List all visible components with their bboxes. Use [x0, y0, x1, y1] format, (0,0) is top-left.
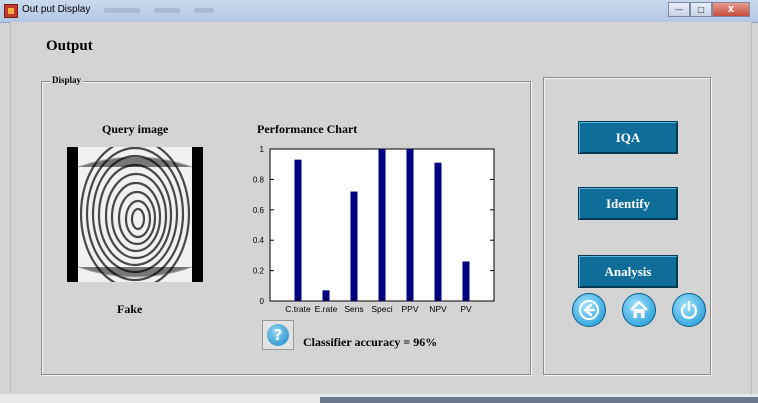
x-tick-label: C.trate — [285, 304, 311, 314]
query-image-label: Query image — [102, 122, 169, 136]
y-tick-label: 1 — [260, 145, 265, 154]
x-tick-label: NPV — [429, 304, 447, 314]
title-bar: Out put Display — □ X — [0, 0, 758, 23]
x-tick-label: E.rate — [315, 304, 338, 314]
title-blur — [154, 8, 180, 13]
x-tick-label: Speci — [371, 304, 392, 314]
panel-label: Display — [50, 75, 84, 85]
fingerprint-image — [67, 147, 203, 282]
taskbar-strip — [0, 394, 758, 403]
home-icon — [630, 300, 648, 318]
close-button[interactable]: X — [712, 2, 750, 17]
back-button[interactable] — [572, 293, 606, 327]
chart-bar — [406, 149, 414, 301]
minimize-button[interactable]: — — [668, 2, 690, 17]
chart-title: Performance Chart — [257, 122, 358, 136]
chart-bar — [294, 159, 302, 301]
power-button[interactable] — [672, 293, 706, 327]
y-tick-label: 0.6 — [253, 206, 265, 215]
performance-chart: 0 0.2 0.4 0.6 0.8 1 C.trate E.rate Sens Speci PPV N… — [253, 145, 495, 314]
x-tick-label: Sens — [344, 304, 363, 314]
chart-bar — [350, 191, 358, 301]
iqa-button[interactable]: IQA — [578, 121, 678, 154]
x-tick-label: PV — [460, 304, 472, 314]
actions-panel: IQA Identify Analysis — [543, 77, 711, 375]
help-button[interactable]: ? — [262, 320, 294, 350]
accuracy-text: Classifier accuracy = 96% — [303, 335, 438, 349]
x-tick-label: PPV — [401, 304, 418, 314]
window-title: Out put Display — [22, 4, 91, 15]
page-title: Output — [46, 38, 93, 54]
identify-button[interactable]: Identify — [578, 187, 678, 220]
app-icon — [4, 4, 18, 18]
chart-bar — [462, 261, 470, 301]
title-blur — [194, 8, 214, 13]
title-blur — [104, 8, 140, 13]
window-controls: — □ X — [668, 2, 750, 17]
y-tick-label: 0 — [260, 297, 265, 306]
help-icon: ? — [267, 324, 289, 346]
analysis-button[interactable]: Analysis — [578, 255, 678, 288]
display-panel: Display Query image Fake Performance Cha… — [41, 75, 531, 375]
back-arrow-icon — [579, 300, 599, 320]
maximize-button[interactable]: □ — [690, 2, 712, 17]
fingerprint-icon — [77, 147, 193, 282]
chart-bar — [378, 149, 386, 301]
result-label: Fake — [117, 302, 143, 316]
y-tick-label: 0.8 — [253, 175, 265, 184]
y-tick-label: 0.2 — [253, 267, 265, 276]
home-button[interactable] — [622, 293, 656, 327]
app-window: Out put Display — □ X Output Display Que… — [0, 0, 758, 403]
power-icon — [680, 300, 698, 319]
y-tick-label: 0.4 — [253, 236, 265, 245]
chart-bar — [434, 162, 442, 301]
